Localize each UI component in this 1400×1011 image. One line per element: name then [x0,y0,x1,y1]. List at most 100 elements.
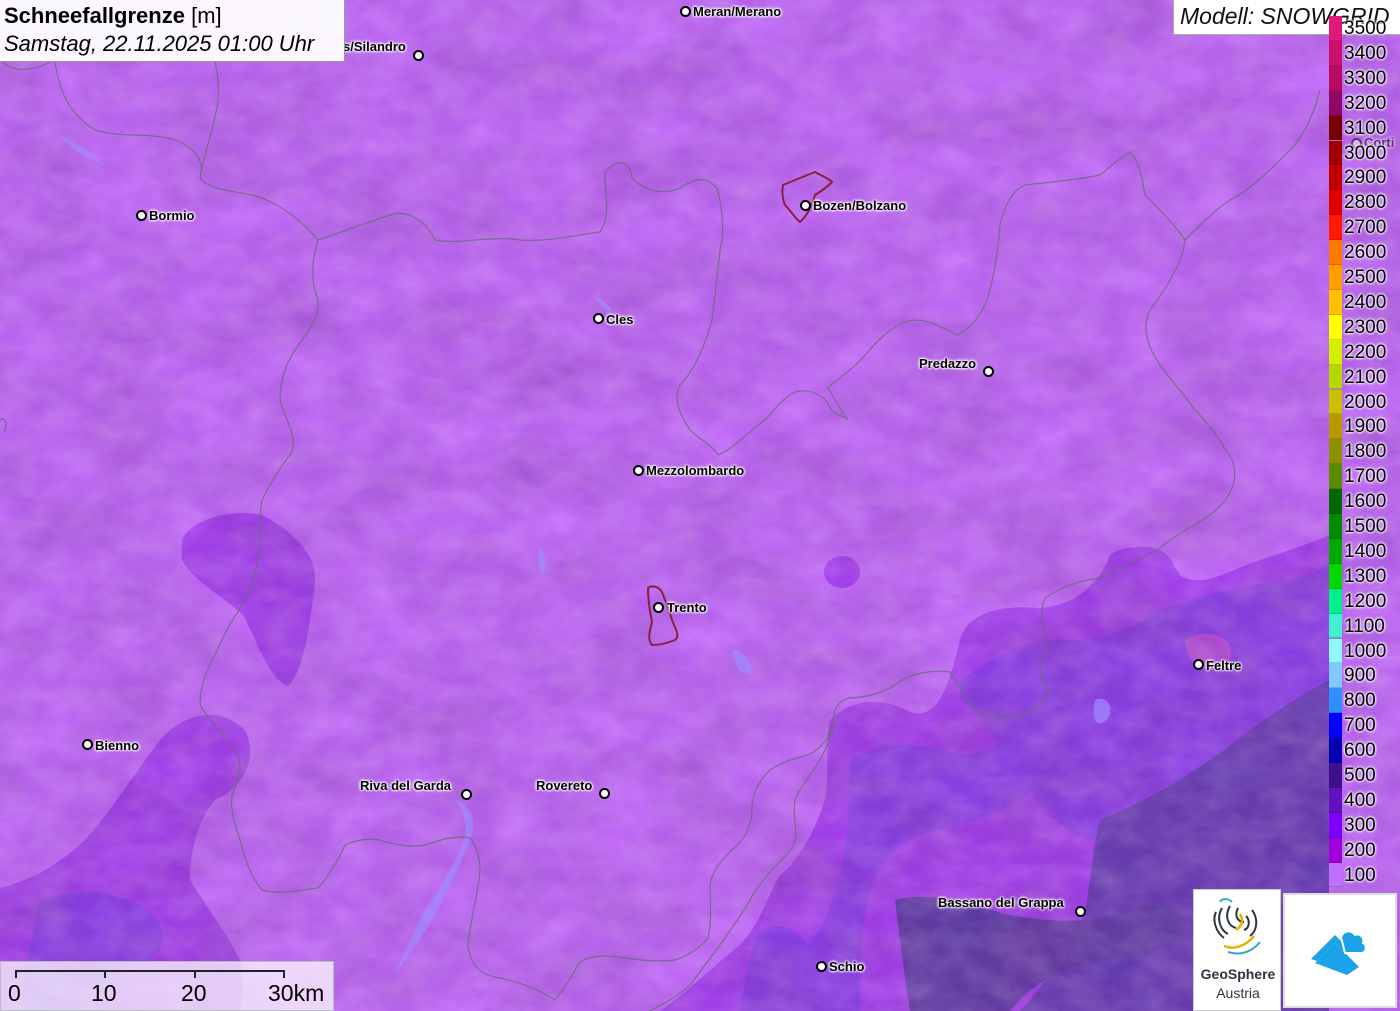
app-logo[interactable] [1283,893,1397,1008]
legend-label: 2400 [1344,291,1387,313]
legend-row-900: 900 [1329,663,1400,689]
legend-swatch [1329,663,1342,689]
legend-swatch [1329,165,1342,191]
legend-row-1400: 1400 [1329,538,1400,564]
legend-swatch [1329,862,1342,888]
legend-row-3200: 3200 [1329,90,1400,116]
legend-label: 900 [1344,665,1376,687]
legend-label: 1400 [1344,540,1387,562]
legend-label: 2200 [1344,341,1387,363]
legend-row-2000: 2000 [1329,389,1400,415]
legend-row-500: 500 [1329,763,1400,788]
legend-label: 1300 [1344,565,1387,587]
geosphere-logo[interactable]: GeoSphere Austria [1193,889,1281,1011]
legend-row-200: 200 [1329,837,1400,863]
legend-label: 3100 [1344,117,1387,139]
city-dot-icon [461,789,472,800]
legend-label: 200 [1344,839,1376,861]
city-dot-icon [593,313,604,324]
legend-label: 1700 [1344,466,1387,488]
city-dot-icon [599,788,610,799]
legend-label: 3400 [1344,42,1387,64]
legend-label: 100 [1344,864,1376,886]
legend-row-1100: 1100 [1329,613,1400,639]
city-dot-icon [800,200,811,211]
legend-row-3300: 3300 [1329,65,1400,91]
map-datetime: Samstag, 22.11.2025 01:00 Uhr [4,31,315,56]
legend-swatch [1329,190,1342,216]
legend-label: 400 [1344,789,1376,811]
legend-row-400: 400 [1329,787,1400,813]
legend-row-2600: 2600 [1329,240,1400,265]
legend-label: 300 [1344,814,1376,836]
legend-label: 500 [1344,765,1376,786]
scale-label-0: 0 [8,980,21,1006]
legend-label: 600 [1344,740,1376,762]
scale-line [15,970,285,978]
city-dot-icon [633,465,644,476]
legend-row-1200: 1200 [1329,588,1400,614]
legend-swatch [1329,837,1342,863]
mountain-cloud-icon [1311,930,1367,975]
legend-swatch [1329,289,1342,315]
city-dot-icon [680,6,691,17]
city-dot-icon [653,602,664,613]
city-label: Rovereto [536,778,593,793]
legend-swatch [1329,215,1342,241]
legend-swatch [1329,688,1342,714]
city-label: s/Silandro [343,39,406,54]
city-label: Feltre [1206,658,1242,673]
legend-row-1300: 1300 [1329,563,1400,589]
legend-swatch [1329,240,1342,265]
legend-row-700: 700 [1329,713,1400,739]
city-dot-icon [1193,659,1204,670]
legend-swatch [1329,265,1342,290]
legend-label: 3500 [1344,18,1387,39]
legend-swatch [1329,787,1342,813]
variable-name: Schneefallgrenze [4,3,185,28]
legend-label: 1100 [1344,615,1385,637]
snowfall-map[interactable] [0,0,1400,1011]
city-label: Meran/Merano [693,4,782,19]
legend-label: 3300 [1344,67,1387,89]
color-legend: 3500 3400 3300 3200 3100 3000 2900 2800 2700 2600… [1329,16,1400,892]
legend-row-2500: 2500 [1329,265,1400,290]
city-dot-icon [983,366,994,377]
legend-swatch [1329,414,1342,440]
legend-row-3100: 3100 [1329,115,1400,141]
legend-row-2300: 2300 [1329,314,1400,340]
legend-row-1600: 1600 [1329,489,1400,514]
legend-label: 1600 [1344,491,1387,513]
legend-label: 1500 [1344,516,1387,537]
city-dot-icon [816,961,827,972]
city-label: Mezzolombardo [646,463,745,478]
legend-swatch [1329,314,1342,340]
legend-row-2200: 2200 [1329,339,1400,365]
legend-row-1700: 1700 [1329,464,1400,490]
geosphere-logo-line2: Austria [1216,985,1260,1001]
legend-swatch [1329,713,1342,739]
city-label: Trento [667,600,707,615]
legend-row-1500: 1500 [1329,514,1400,539]
map-title-panel: Schneefallgrenze [m] Samstag, 22.11.2025… [0,0,345,62]
city-label: Schio [829,959,865,974]
legend-swatch [1329,389,1342,415]
geosphere-logo-line1: GeoSphere [1200,966,1276,982]
city-label: Bormio [149,208,195,223]
legend-row-2400: 2400 [1329,289,1400,315]
legend-label: 800 [1344,690,1376,712]
legend-label: 1000 [1344,640,1387,662]
legend-label: 2100 [1344,366,1387,388]
legend-swatch [1329,90,1342,116]
legend-row-1000: 1000 [1329,638,1400,664]
legend-swatch [1329,638,1342,664]
legend-label: 2700 [1344,217,1387,239]
legend-label: 1800 [1344,441,1387,463]
legend-label: 700 [1344,715,1376,737]
map-title: Schneefallgrenze [m] [4,2,340,30]
relief-highlights [0,0,1400,1011]
legend-row-2900: 2900 [1329,165,1400,191]
variable-unit: [m] [191,3,222,28]
scale-label-10: 10 [91,980,117,1006]
city-dot-icon [82,739,93,750]
